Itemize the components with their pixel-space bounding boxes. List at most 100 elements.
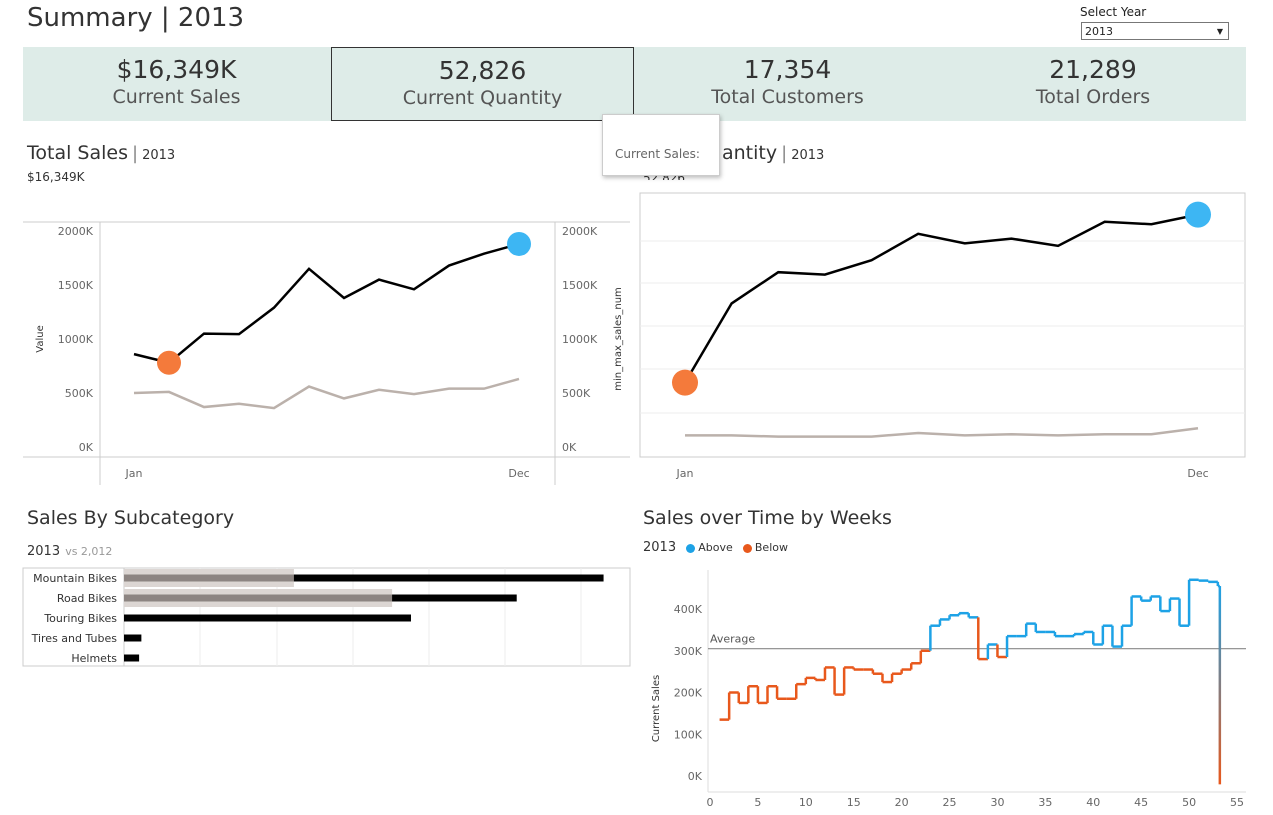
weeks-legend: 2013 Above Below [643, 540, 788, 555]
bar-previous-overlay [124, 594, 393, 602]
max-point [1185, 201, 1211, 228]
weeks-chart: 0K 100K 200K 300K 400K 0 5 10 15 20 25 30 35 40 45 50 55… [651, 570, 1246, 809]
y-tick-label-right: 1500K [562, 279, 598, 292]
x-tick-label: Dec [1187, 467, 1208, 480]
category-label: Touring Bikes [43, 612, 117, 625]
year-dropdown[interactable]: 2013 ▼ [1081, 22, 1229, 40]
category-label: Helmets [71, 652, 117, 665]
bar-previous-overlay [124, 574, 294, 582]
total-sales-subtitle: $16,349K [27, 170, 85, 184]
subcategory-subtitle: 2013 vs 2,012 [27, 540, 112, 559]
bar-current [124, 654, 140, 662]
x-tick-label: 55 [1230, 796, 1244, 809]
chevron-down-icon[interactable]: ▼ [1217, 23, 1223, 41]
x-tick-label: 15 [847, 796, 861, 809]
series-line [133, 377, 520, 410]
kpi-current-quantity[interactable]: 52,826 Current Quantity [331, 47, 634, 121]
tooltip: Current Sales: [602, 114, 720, 176]
tail-drop [1218, 586, 1222, 785]
x-tick-label: Dec [508, 467, 529, 480]
y-tick-label-right: 2000K [562, 225, 598, 238]
max-point [507, 231, 531, 256]
kpi-total-customers[interactable]: 17,354 Total Customers [635, 47, 940, 121]
title-separator: | [131, 143, 139, 164]
legend-below-label: Below [754, 541, 788, 554]
category-label: Road Bikes [57, 592, 117, 605]
y-tick-label-left: 1000K [58, 333, 94, 346]
series-line [133, 242, 520, 365]
x-tick-label: 50 [1182, 796, 1196, 809]
y-tick-label: 100K [674, 728, 703, 741]
kpi-total-orders[interactable]: 21,289 Total Orders [940, 47, 1246, 121]
y-tick-label-left: 500K [65, 387, 94, 400]
title-separator: | [781, 143, 788, 164]
min-point [157, 350, 181, 375]
x-tick-label: 5 [754, 796, 761, 809]
y-tick-label-right: 0K [562, 441, 577, 454]
total-sales-title: Total Sales | 2013 [27, 142, 175, 164]
subcategory-year: 2013 [27, 544, 61, 559]
y-tick-label-right: 1000K [562, 333, 598, 346]
select-year-label: Select Year [1080, 5, 1147, 19]
series-line [683, 213, 1199, 384]
subcategory-chart: Mountain Bikes Road Bikes Touring Bikes Tir… [22, 567, 631, 667]
legend-dot-icon [742, 543, 752, 553]
kpi-value: 21,289 [1049, 55, 1137, 84]
y-tick-label: 300K [674, 645, 703, 658]
y-tick-label-right: 500K [562, 387, 591, 400]
bar-current [124, 614, 411, 622]
y-tick-label-left: 2000K [58, 225, 94, 238]
x-tick-label: 35 [1038, 796, 1052, 809]
category-label: Mountain Bikes [33, 572, 117, 585]
x-tick-label: 0 [707, 796, 714, 809]
total-quantity-chart: Jan Dec [639, 192, 1246, 480]
category-label: Tires and Tubes [31, 632, 118, 645]
kpi-value: 52,826 [438, 56, 527, 85]
kpi-label: Current Quantity [402, 87, 563, 109]
average-label: Average [710, 633, 755, 646]
legend-above[interactable]: Above [686, 541, 733, 554]
y-axis-label: Value [35, 325, 46, 352]
kpi-label: Total Orders [1035, 86, 1151, 108]
y-axis-label: Current Sales [651, 675, 662, 742]
total-sales-year: 2013 [142, 148, 176, 163]
x-tick-label: Jan [125, 467, 143, 480]
legend-above-label: Above [698, 541, 733, 554]
x-tick-label: 45 [1134, 796, 1148, 809]
x-tick-label: 10 [799, 796, 813, 809]
min-point [672, 369, 698, 396]
kpi-value: 17,354 [743, 55, 832, 84]
total-sales-chart: 0K 0K 500K 500K 1000K 1000K 1500K 1500K 2000K 200… [23, 221, 630, 485]
y-tick-label: 200K [674, 687, 703, 700]
kpi-current-sales[interactable]: $16,349K Current Sales [23, 47, 330, 121]
total-quantity-title: antity | 2013 [722, 142, 824, 164]
kpi-value: $16,349K [116, 55, 237, 84]
x-tick-label: 20 [895, 796, 909, 809]
x-tick-label: 30 [990, 796, 1004, 809]
weeks-title: Sales over Time by Weeks [643, 507, 892, 529]
bar-current [124, 634, 142, 642]
x-tick-label: 25 [943, 796, 957, 809]
subcategory-title: Sales By Subcategory [27, 507, 235, 529]
y-tick-label-left: 0K [79, 441, 94, 454]
x-tick-label: 40 [1086, 796, 1100, 809]
year-dropdown-value: 2013 [1085, 25, 1113, 38]
series-line [685, 426, 1199, 438]
page-title: Summary | 2013 [27, 3, 245, 33]
y-tick-label: 400K [674, 603, 703, 616]
weeks-year: 2013 [643, 540, 677, 555]
subcategory-compare: vs 2,012 [65, 545, 113, 558]
y-tick-label-left: 1500K [58, 279, 94, 292]
kpi-label: Current Sales [112, 86, 241, 108]
legend-dot-icon [686, 543, 696, 553]
chart-frame [639, 192, 1246, 458]
tooltip-text: Current Sales: [615, 147, 700, 161]
total-quantity-year: 2013 [791, 148, 825, 163]
total-quantity-title-text: antity [722, 142, 778, 164]
legend-below[interactable]: Below [742, 541, 788, 554]
total-sales-title-text: Total Sales [27, 142, 128, 164]
x-tick-label: Jan [676, 467, 694, 480]
kpi-label: Total Customers [711, 86, 864, 108]
y-axis-label-right: min_max_sales_num [613, 287, 624, 391]
y-tick-label: 0K [688, 770, 703, 783]
